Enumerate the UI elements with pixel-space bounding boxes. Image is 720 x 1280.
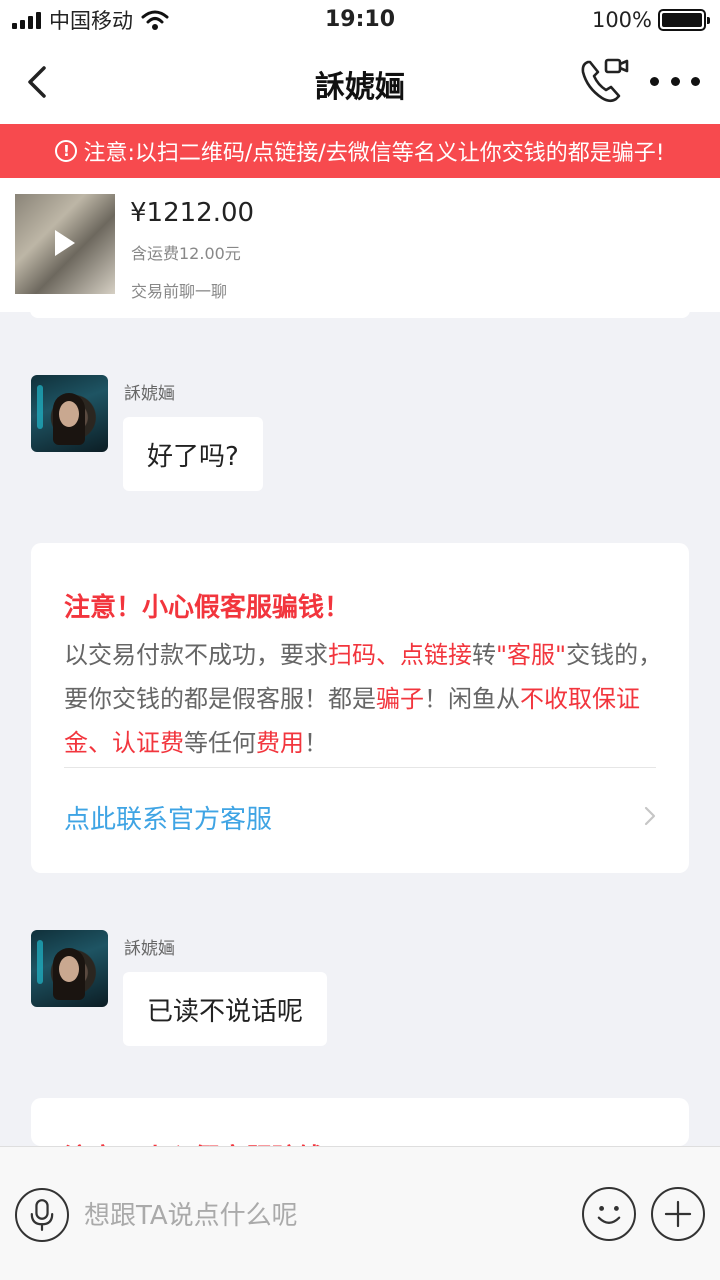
notice-segment: 等任何 [184, 729, 256, 757]
product-shipping: 含运费12.00元 [131, 244, 241, 263]
notice-segment: 转 [472, 641, 496, 669]
status-right: 100% [591, 0, 710, 40]
message-sender: 訸婋婳 [124, 939, 175, 959]
avatar[interactable] [31, 930, 108, 1007]
scam-notice-card-partial: 注意！小心假客服骗钱！ [31, 1098, 689, 1146]
microphone-icon[interactable] [15, 1188, 69, 1242]
product-card[interactable]: ¥1212.00 含运费12.00元 交易前聊一聊 [0, 178, 720, 312]
notice-segment-highlight: "客服" [496, 641, 567, 669]
product-prechat-hint: 交易前聊一聊 [131, 282, 228, 301]
notice-segment: ！ [304, 729, 328, 757]
notice-segment-highlight: 骗子 [376, 685, 424, 713]
message-input-bar [0, 1146, 720, 1280]
nav-bar: 訸婋婳 [0, 40, 720, 124]
notice-title: 注意！小心假客服骗钱！ [64, 593, 351, 623]
emoji-icon[interactable] [582, 1187, 636, 1241]
message-sender: 訸婋婳 [124, 384, 175, 404]
battery-percent: 100% [591, 8, 652, 32]
battery-fill [662, 13, 702, 27]
notice-segment-highlight: 费用 [256, 729, 304, 757]
notice-body: 以交易付款不成功，要求扫码、点链接转"客服"交钱的，要你交钱的都是假客服！都是骗… [64, 633, 664, 765]
product-card-bottom [30, 310, 690, 318]
message-bubble[interactable]: 好了吗? [123, 417, 263, 491]
battery-icon [658, 9, 710, 31]
divider [64, 767, 656, 768]
message-bubble[interactable]: 已读不说话呢 [123, 972, 328, 1046]
more-dots-icon[interactable] [650, 68, 700, 94]
notice-segment: 以交易付款不成功，要求 [64, 641, 328, 669]
status-bar: 中国移动 19:10 100% [0, 0, 720, 40]
contact-official-service-link[interactable]: 点此联系官方客服 [64, 799, 272, 836]
exclamation-circle-icon: ! [55, 140, 78, 162]
notice-title: 注意！小心假客服骗钱！ [64, 1138, 350, 1146]
avatar[interactable] [31, 375, 108, 452]
notice-segment-highlight: 扫码、点链接 [328, 641, 472, 669]
notice-segment: ！闲鱼从 [424, 685, 520, 713]
play-icon [55, 230, 75, 256]
scam-warning-banner: ! 注意:以扫二维码/点链接/去微信等名义让你交钱的都是骗子! [0, 124, 720, 178]
product-price: ¥1212.00 [130, 198, 255, 228]
chevron-right-icon[interactable] [643, 805, 657, 827]
warning-text: 注意:以扫二维码/点链接/去微信等名义让你交钱的都是骗子! [83, 141, 665, 166]
product-thumbnail[interactable] [15, 194, 115, 294]
scam-notice-card: 注意！小心假客服骗钱！ 以交易付款不成功，要求扫码、点链接转"客服"交钱的，要你… [31, 543, 689, 873]
message-input[interactable] [84, 1195, 554, 1237]
plus-icon[interactable] [651, 1187, 705, 1241]
phone-video-icon[interactable] [578, 56, 630, 106]
